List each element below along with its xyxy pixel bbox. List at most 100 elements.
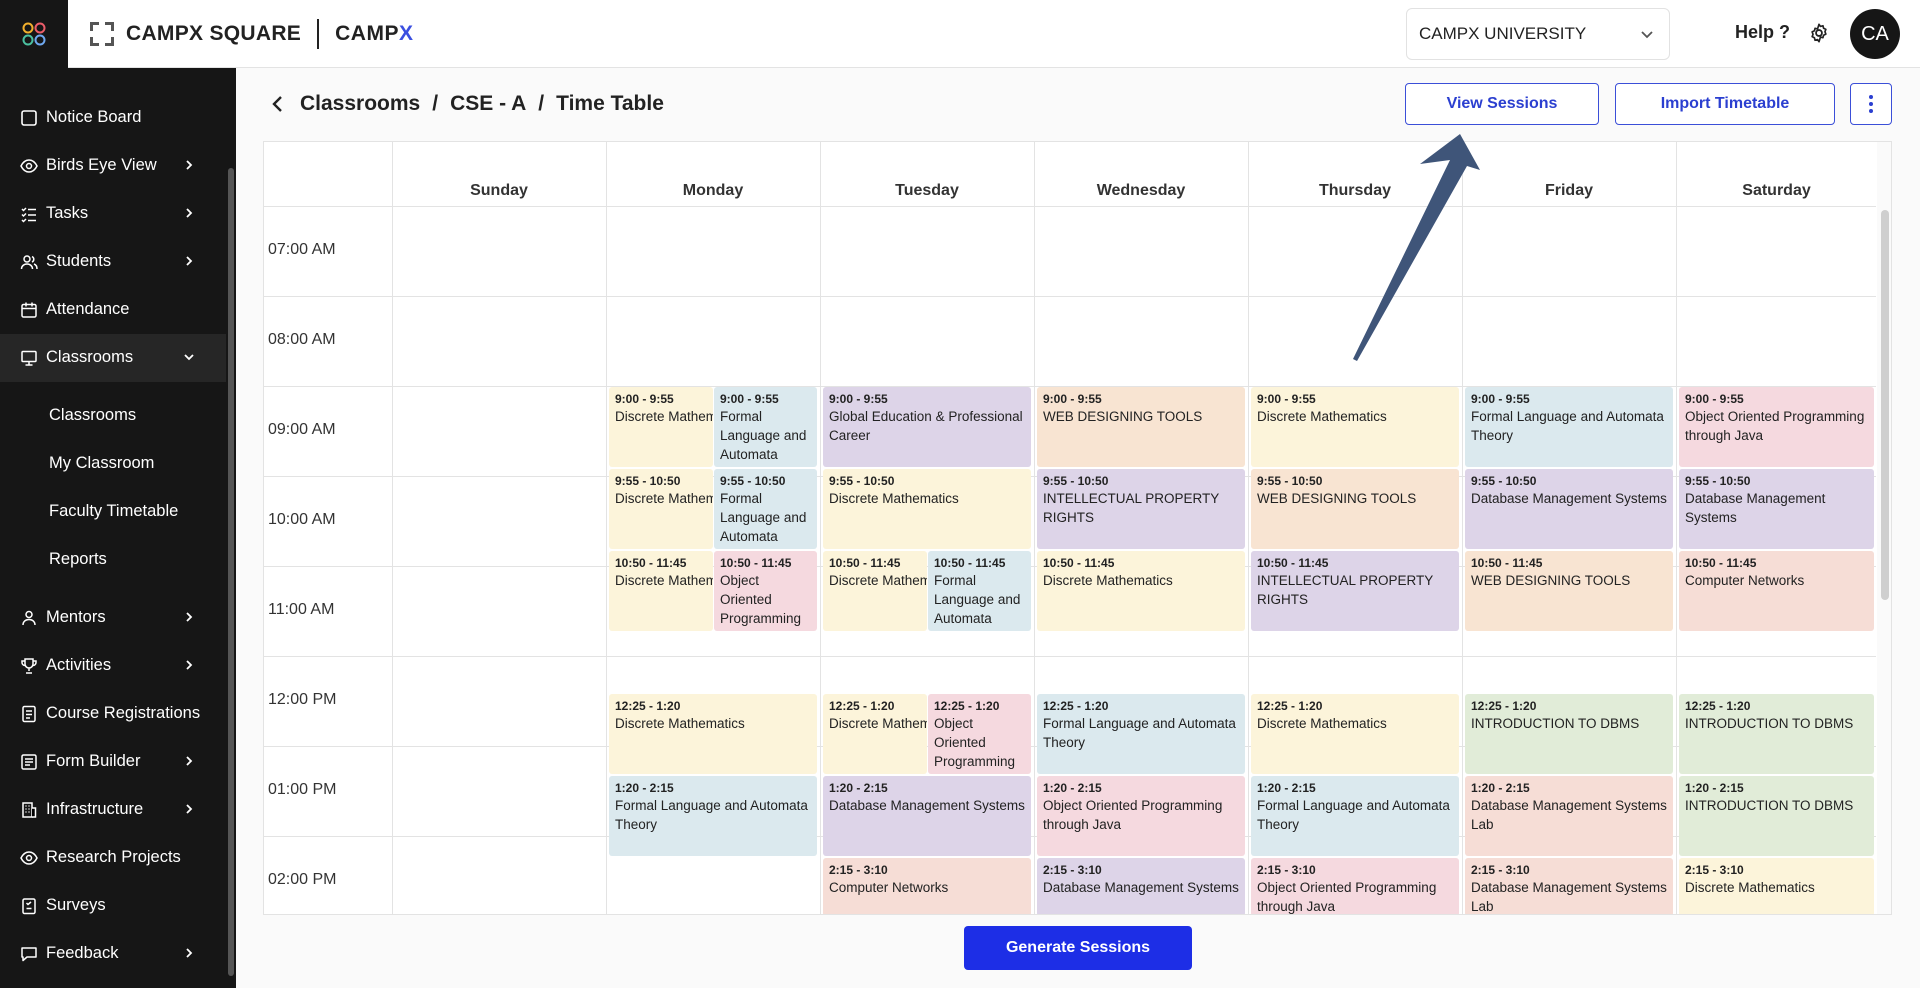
session-time: 10:50 - 11:45	[1685, 556, 1757, 570]
sidebar-item-feedback[interactable]: Feedback	[0, 930, 226, 978]
timetable-session[interactable]: 1:20 - 2:15 Formal Language and Automata …	[609, 776, 817, 856]
chevron-right-icon	[186, 660, 193, 670]
timetable-session[interactable]: 12:25 - 1:20 Object Oriented Programming	[928, 694, 1031, 774]
sidebar-item-activities[interactable]: Activities	[0, 642, 226, 690]
sidebar-item-form-builder[interactable]: Form Builder	[0, 738, 226, 786]
sidebar-subitem-my-classroom[interactable]: My Classroom	[49, 454, 154, 473]
session-title: Object Oriented Programming	[934, 716, 1016, 769]
sidebar-subitem-classrooms[interactable]: Classrooms	[49, 406, 136, 425]
timetable-session[interactable]: 9:55 - 10:50 Formal Language and Automata	[714, 469, 817, 549]
breadcrumb-classroom[interactable]: CSE - A	[450, 92, 526, 116]
timetable-session[interactable]: 1:20 - 2:15 Database Management Systems L…	[1465, 776, 1673, 856]
timetable-session[interactable]: 1:20 - 2:15 Database Management Systems	[823, 776, 1031, 856]
timetable-session[interactable]: 9:55 - 10:50 Discrete Mathematics	[823, 469, 1031, 549]
timetable-session[interactable]: 9:55 - 10:50 Database Management Systems	[1679, 469, 1874, 549]
session-time: 1:20 - 2:15	[1471, 781, 1530, 795]
timetable-session[interactable]: 10:50 - 11:45 Formal Language and Automat…	[928, 551, 1031, 631]
timetable-session[interactable]: 9:55 - 10:50 WEB DESIGNING TOOLS	[1251, 469, 1459, 549]
students-icon	[20, 255, 38, 270]
timetable-session[interactable]: 9:00 - 9:55 Object Oriented Programming t…	[1679, 387, 1874, 467]
timetable-session[interactable]: 10:50 - 11:45 Discrete Mathematics (Block…	[609, 551, 713, 631]
timetable-session[interactable]: 2:15 - 3:10 Computer Networks	[823, 858, 1031, 914]
view-sessions-button[interactable]: View Sessions	[1405, 83, 1599, 125]
grid-column-line	[820, 142, 821, 914]
breadcrumb-classrooms[interactable]: Classrooms	[300, 92, 420, 116]
sidebar-item-classrooms[interactable]: Classrooms	[0, 334, 226, 382]
more-options-button[interactable]	[1850, 83, 1892, 125]
sidebar-item-infrastructure[interactable]: Infrastructure	[0, 786, 226, 834]
time-label: 07:00 AM	[268, 241, 336, 258]
timetable-session[interactable]: 10:50 - 11:45 WEB DESIGNING TOOLS	[1465, 551, 1673, 631]
timetable-session[interactable]: 12:25 - 1:20 INTRODUCTION TO DBMS	[1679, 694, 1874, 774]
timetable-session[interactable]: 1:20 - 2:15 Object Oriented Programming t…	[1037, 776, 1245, 856]
session-title: Formal Language and Automata Theory	[1043, 716, 1236, 750]
timetable-session[interactable]: 9:00 - 9:55 Formal Language and Automata	[714, 387, 817, 467]
timetable-session[interactable]: 12:25 - 1:20 Discrete Mathematics	[1251, 694, 1459, 774]
timetable-session[interactable]: 12:25 - 1:20 Discrete Mathematics	[609, 694, 817, 774]
timetable-session[interactable]: 9:55 - 10:50 Database Management Systems	[1465, 469, 1673, 549]
timetable-session[interactable]: 9:00 - 9:55 Formal Language and Automata …	[1465, 387, 1673, 467]
session-time: 2:15 - 3:10	[829, 863, 888, 877]
timetable-scrollbar[interactable]	[1881, 210, 1889, 600]
timetable-session[interactable]: 9:00 - 9:55 WEB DESIGNING TOOLS	[1037, 387, 1245, 467]
timetable-session[interactable]: 2:15 - 3:10 Database Management Systems L…	[1465, 858, 1673, 914]
session-title: Discrete Mathematics	[1257, 716, 1387, 731]
sidebar-item-surveys[interactable]: Surveys	[0, 882, 226, 930]
session-time: 9:00 - 9:55	[829, 392, 888, 406]
session-time: 9:00 - 9:55	[1685, 392, 1744, 406]
sidebar-item-birds-eye-view[interactable]: Birds Eye View	[0, 142, 226, 190]
timetable-session[interactable]: 10:50 - 11:45 Object Oriented Programming	[714, 551, 817, 631]
grid-row-line	[264, 656, 1876, 657]
sidebar-item-tasks[interactable]: Tasks	[0, 190, 226, 238]
generate-sessions-button[interactable]: Generate Sessions	[964, 926, 1192, 970]
timetable-session[interactable]: 12:25 - 1:20 INTRODUCTION TO DBMS	[1465, 694, 1673, 774]
timetable-session[interactable]: 10:50 - 11:45 Discrete Mathematics (Block…	[823, 551, 927, 631]
timetable-session[interactable]: 12:25 - 1:20 Formal Language and Automata…	[1037, 694, 1245, 774]
chevron-right-icon	[186, 160, 193, 170]
time-label: 08:00 AM	[268, 331, 336, 348]
sidebar-item-course-registrations[interactable]: Course Registrations	[0, 690, 226, 738]
sidebar-item-notice-board[interactable]: Notice Board	[0, 94, 226, 142]
sidebar-subitem-faculty-timetable[interactable]: Faculty Timetable	[49, 502, 178, 521]
help-link[interactable]: Help ?	[1735, 22, 1790, 43]
sidebar-subitem-reports[interactable]: Reports	[49, 550, 107, 569]
import-timetable-button[interactable]: Import Timetable	[1615, 83, 1835, 125]
timetable-session[interactable]: 10:50 - 11:45 INTELLECTUAL PROPERTY RIGHT…	[1251, 551, 1459, 631]
sidebar-item-mentors[interactable]: Mentors	[0, 594, 226, 642]
timetable-session[interactable]: 9:55 - 10:50 Discrete Mathematics (Block …	[609, 469, 713, 549]
timetable-session[interactable]: 9:00 - 9:55 Discrete Mathematics	[609, 387, 713, 467]
session-title: Database Management Systems Lab	[1471, 880, 1667, 914]
session-title: Object Oriented Programming through Java	[1043, 798, 1223, 832]
timetable-session[interactable]: 1:20 - 2:15 Formal Language and Automata …	[1251, 776, 1459, 856]
timetable-session[interactable]: 12:25 - 1:20 Discrete Mathematics (Block …	[823, 694, 927, 774]
gear-icon[interactable]	[1808, 22, 1830, 44]
timetable-session[interactable]: 10:50 - 11:45 Computer Networks	[1679, 551, 1874, 631]
timetable-session[interactable]: 10:50 - 11:45 Discrete Mathematics	[1037, 551, 1245, 631]
session-title: Discrete Mathematics	[1685, 880, 1815, 895]
timetable-session[interactable]: 2:15 - 3:10 Database Management Systems	[1037, 858, 1245, 914]
brand-logo: CAMPX SQUARE CAMPX	[88, 19, 413, 49]
sidebar-item-students[interactable]: Students	[0, 238, 226, 286]
session-time: 9:00 - 9:55	[1471, 392, 1530, 406]
timetable-session[interactable]: 1:20 - 2:15 INTRODUCTION TO DBMS	[1679, 776, 1874, 856]
sidebar-scrollbar[interactable]	[228, 168, 234, 976]
chevron-right-icon	[186, 256, 193, 266]
sidebar-item-research-projects[interactable]: Research Projects	[0, 834, 226, 882]
sidebar-item-attendance[interactable]: Attendance	[0, 286, 226, 334]
timetable-session[interactable]: 2:15 - 3:10 Discrete Mathematics	[1679, 858, 1874, 914]
session-title: Computer Networks	[829, 880, 949, 895]
session-title: Global Education & Professional Career	[829, 409, 1023, 443]
session-time: 9:00 - 9:55	[720, 392, 779, 406]
session-time: 1:20 - 2:15	[615, 781, 674, 795]
timetable-session[interactable]: 9:55 - 10:50 INTELLECTUAL PROPERTY RIGHTS	[1037, 469, 1245, 549]
app-grid-icon[interactable]	[0, 0, 68, 68]
timetable-session[interactable]: 9:00 - 9:55 Discrete Mathematics	[1251, 387, 1459, 467]
university-select[interactable]: CAMPX UNIVERSITY	[1406, 8, 1670, 60]
avatar[interactable]: CA	[1850, 9, 1900, 59]
breadcrumb-separator: /	[538, 92, 545, 115]
timetable-session[interactable]: 9:00 - 9:55 Global Education & Profession…	[823, 387, 1031, 467]
session-title: Formal Language and Automata	[720, 409, 807, 462]
timetable-session[interactable]: 2:15 - 3:10 Object Oriented Programming t…	[1251, 858, 1459, 914]
back-arrow-icon[interactable]	[270, 95, 286, 113]
session-title: Object Oriented Programming	[720, 573, 802, 626]
